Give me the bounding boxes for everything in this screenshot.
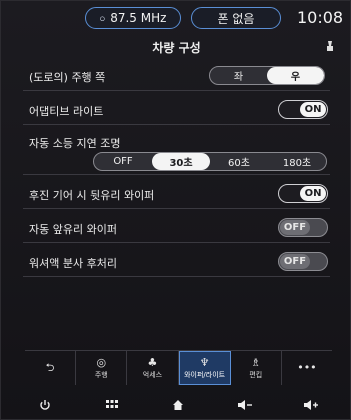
washer-label: 워셔액 분사 후처리 bbox=[29, 257, 117, 270]
status-bar: ဝ 87.5 MHz 폰 없음 10:08 bbox=[1, 1, 351, 35]
adaptive-light-state: ON bbox=[300, 102, 326, 117]
rear-wiper-toggle[interactable]: ON bbox=[278, 184, 328, 203]
delay-option-off[interactable]: OFF bbox=[94, 153, 152, 170]
phone-pill[interactable]: 폰 없음 bbox=[191, 7, 281, 29]
auto-off-delay-selector[interactable]: OFF 30초 60초 180초 bbox=[93, 152, 327, 171]
volume-up-icon bbox=[304, 400, 318, 410]
phone-status: 폰 없음 bbox=[217, 11, 255, 26]
home-icon bbox=[173, 400, 183, 410]
traffic-side-selector[interactable]: 좌 우 bbox=[209, 66, 325, 85]
setting-row-rear-wiper: 후진 기어 시 뒷유리 와이퍼 ON bbox=[23, 177, 330, 209]
traffic-side-left-option[interactable]: 좌 bbox=[210, 67, 267, 84]
rear-wiper-label: 후진 기어 시 뒷유리 와이퍼 bbox=[29, 189, 155, 202]
power-icon bbox=[40, 400, 50, 410]
radio-frequency: 87.5 MHz bbox=[110, 11, 167, 25]
tab-more[interactable]: ••• bbox=[282, 351, 332, 385]
radio-pill[interactable]: ဝ 87.5 MHz bbox=[85, 7, 181, 29]
setting-row-adaptive-light: 어댑티브 라이트 ON bbox=[23, 93, 330, 125]
auto-front-wiper-state: OFF bbox=[280, 220, 310, 235]
tab-driving[interactable]: ◎ 주행 bbox=[76, 351, 128, 385]
delay-option-60s[interactable]: 60초 bbox=[210, 153, 268, 170]
washer-state: OFF bbox=[280, 254, 310, 269]
apps-grid-icon bbox=[105, 400, 118, 408]
clock: 10:08 bbox=[297, 8, 344, 27]
tab-comfort[interactable]: ♗ 편킵 bbox=[231, 351, 282, 385]
settings-tool-icon[interactable] bbox=[324, 40, 336, 52]
auto-front-wiper-label: 자동 앞유리 와이퍼 bbox=[29, 223, 117, 236]
setting-row-auto-off-delay: 자동 소등 지연 조명 OFF 30초 60초 180초 bbox=[23, 127, 330, 175]
washer-toggle[interactable]: OFF bbox=[278, 252, 328, 271]
tab-access[interactable]: ♣ 억세스 bbox=[127, 351, 179, 385]
setting-row-auto-front-wiper: 자동 앞유리 와이퍼 OFF bbox=[23, 211, 330, 243]
delay-option-180s[interactable]: 180초 bbox=[268, 153, 326, 170]
screen: ဝ 87.5 MHz 폰 없음 10:08 차량 구성 (도로의) 주행 쪽 좌… bbox=[0, 0, 351, 420]
traffic-side-right-option[interactable]: 우 bbox=[267, 67, 324, 84]
tab-label-wiper-light: 와이퍼/라이트 bbox=[184, 370, 226, 379]
access-icon: ♣ bbox=[147, 355, 158, 369]
comfort-seat-icon: ♗ bbox=[250, 355, 261, 369]
delay-option-30s[interactable]: 30초 bbox=[152, 153, 210, 170]
tab-label-comfort: 편킵 bbox=[249, 370, 263, 379]
apps-button[interactable] bbox=[100, 395, 124, 415]
tab-label-access: 억세스 bbox=[142, 370, 163, 379]
traffic-side-label: (도로의) 주행 쪽 bbox=[29, 71, 106, 84]
volume-down-button[interactable] bbox=[233, 395, 257, 415]
page-title: 차량 구성 bbox=[152, 41, 201, 55]
auto-off-delay-label: 자동 소등 지연 조명 bbox=[29, 137, 121, 150]
setting-row-traffic-side: (도로의) 주행 쪽 좌 우 bbox=[23, 59, 330, 91]
rear-wiper-state: ON bbox=[300, 186, 326, 201]
system-bar bbox=[23, 391, 333, 419]
home-button[interactable] bbox=[166, 395, 190, 415]
tab-label-driving: 주행 bbox=[94, 370, 108, 379]
more-icon: ••• bbox=[297, 360, 317, 374]
adaptive-light-label: 어댑티브 라이트 bbox=[29, 105, 104, 118]
tab-back[interactable]: ⮌ bbox=[25, 351, 77, 385]
radio-wave-icon: ဝ bbox=[99, 12, 106, 24]
auto-front-wiper-toggle[interactable]: OFF bbox=[278, 218, 328, 237]
back-arrow-icon: ⮌ bbox=[45, 360, 55, 374]
tab-bar: ⮌ ◎ 주행 ♣ 억세스 ♆ 와이퍼/라이트 ♗ 편킵 ••• bbox=[25, 350, 332, 385]
power-button[interactable] bbox=[33, 395, 57, 415]
volume-down-icon bbox=[237, 400, 252, 410]
tab-wiper-light[interactable]: ♆ 와이퍼/라이트 bbox=[178, 351, 231, 385]
setting-row-washer: 워셔액 분사 후처리 OFF bbox=[23, 245, 330, 277]
volume-up-button[interactable] bbox=[299, 395, 323, 415]
wiper-light-icon: ♆ bbox=[199, 355, 210, 369]
driving-icon: ◎ bbox=[96, 355, 107, 369]
adaptive-light-toggle[interactable]: ON bbox=[278, 100, 328, 119]
